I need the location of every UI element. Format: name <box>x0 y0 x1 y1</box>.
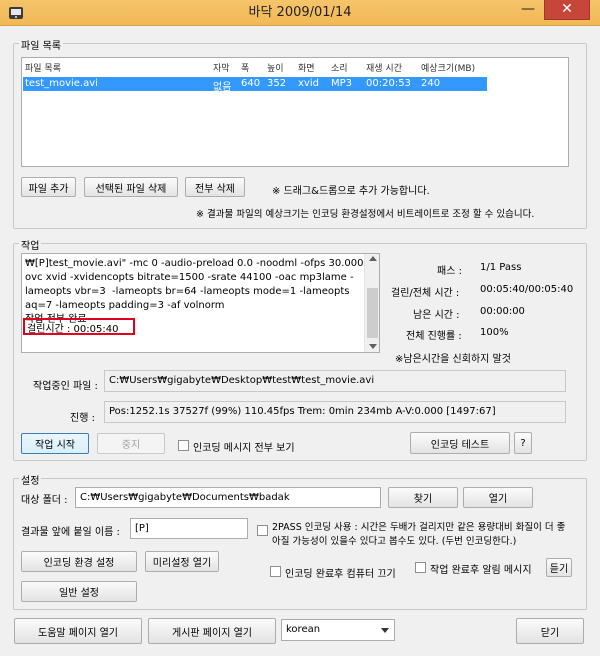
current-file-label: 작업중인 파일 : <box>33 381 98 392</box>
list-header-width[interactable]: 폭 <box>241 61 249 74</box>
show-all-messages-checkbox[interactable] <box>178 440 189 451</box>
listen-button[interactable]: 듣기 <box>546 558 572 577</box>
general-settings-button[interactable]: 일반 설정 <box>21 581 137 602</box>
drag-drop-hint: ※ 드래그&드롭으로 추가 가능합니다. <box>272 186 430 197</box>
scroll-down-arrow-icon[interactable] <box>369 344 377 349</box>
row-video: xvid <box>298 78 319 89</box>
language-value: korean <box>286 624 321 635</box>
remaining-label: 남은 시간 : <box>413 310 460 321</box>
shutdown-checkbox[interactable] <box>270 566 281 577</box>
open-folder-button[interactable]: 열기 <box>463 487 533 508</box>
close-window-button[interactable]: ✕ <box>544 0 590 20</box>
encoding-log[interactable]: ₩[P]test_movie.avi" -mc 0 -audio-preload… <box>21 253 380 353</box>
delete-selected-button[interactable]: 선택된 파일 삭제 <box>84 177 178 197</box>
alert-label[interactable]: 작업 완료후 알림 메시지 <box>430 561 532 576</box>
progress-label: 전체 진행률 : <box>406 331 462 342</box>
stop-button[interactable]: 중지 <box>97 433 165 454</box>
log-scroll-thumb[interactable] <box>367 288 378 338</box>
file-list-view[interactable] <box>21 57 569 167</box>
progress-line-field[interactable]: Pos:1252.1s 37527f (99%) 110.45fps Trem:… <box>104 401 566 423</box>
row-size: 240 <box>421 78 441 89</box>
row-audio: MP3 <box>331 78 353 89</box>
current-file-field[interactable]: C:₩Users₩gigabyte₩Desktop₩test₩test_movi… <box>104 370 566 392</box>
prefix-input[interactable]: [P] <box>130 518 248 539</box>
target-folder-input[interactable]: C:₩Users₩gigabyte₩Documents₩badak <box>75 487 381 508</box>
board-page-button[interactable]: 게시판 페이지 열기 <box>148 618 276 644</box>
elapsed-total-value: 00:05:40/00:05:40 <box>480 284 574 295</box>
size-hint: ※ 결과물 파일의 예상크기는 인코딩 환경설정에서 비트레이트로 조정 할 수… <box>196 209 535 220</box>
row-width: 640 <box>241 78 261 89</box>
target-folder-label: 대상 폴더 : <box>21 495 68 506</box>
encoding-env-button[interactable]: 인코딩 환경 설정 <box>21 551 137 572</box>
log-elapsed-line: 걸린시간 : 00:05:40 <box>27 324 119 335</box>
remaining-value: 00:00:00 <box>480 306 525 317</box>
progress-value: 100% <box>480 327 509 338</box>
list-header-height[interactable]: 높이 <box>267 61 284 74</box>
scroll-up-arrow-icon[interactable] <box>369 256 377 261</box>
pass-value: 1/1 Pass <box>480 262 522 273</box>
show-all-messages-label[interactable]: 인코딩 메시지 전부 보기 <box>193 439 295 454</box>
chevron-down-icon <box>381 628 389 633</box>
list-header-subtitle[interactable]: 자막 <box>213 61 230 74</box>
alert-checkbox[interactable] <box>415 562 426 573</box>
preset-open-button[interactable]: 미리설정 열기 <box>145 551 219 572</box>
row-subtitle: 없음 <box>213 82 232 93</box>
remaining-note: ※남은시간을 신회하지 말것 <box>395 354 511 365</box>
log-text: ₩[P]test_movie.avi" -mc 0 -audio-preload… <box>25 258 370 325</box>
prefix-label: 결과물 앞에 붙일 이름 : <box>21 527 120 538</box>
list-header-size[interactable]: 예상크기(MB) <box>421 61 475 74</box>
list-header-filename[interactable]: 파일 목록 <box>25 61 61 74</box>
settings-group-label: 설정 <box>19 472 42 487</box>
window-title: 바닥 2009/01/14 <box>248 5 352 20</box>
pass-label: 패스 : <box>437 266 462 277</box>
find-folder-button[interactable]: 찾기 <box>388 487 458 508</box>
log-scrollbar[interactable] <box>364 254 379 352</box>
row-duration: 00:20:53 <box>366 78 411 89</box>
two-pass-label[interactable]: 2PASS 인코딩 사용 : 시간은 두배가 걸리지만 같은 용량대비 화질이 … <box>272 521 572 549</box>
row-filename: test_movie.avi <box>25 78 98 89</box>
encoding-test-button[interactable]: 인코딩 테스트 <box>410 432 510 454</box>
file-list-group-label: 파일 목록 <box>19 37 63 52</box>
start-job-button[interactable]: 작업 시작 <box>21 433 89 454</box>
elapsed-total-label: 걸린/전체 시간 : <box>391 288 460 299</box>
delete-all-button[interactable]: 전부 삭제 <box>185 177 245 197</box>
add-file-button[interactable]: 파일 추가 <box>21 177 76 197</box>
help-button[interactable]: ? <box>514 432 532 454</box>
minimize-button[interactable]: — <box>514 0 542 20</box>
close-button[interactable]: 닫기 <box>516 618 584 644</box>
two-pass-checkbox[interactable] <box>257 525 268 536</box>
list-header-audio[interactable]: 소리 <box>331 61 348 74</box>
language-select[interactable]: korean <box>281 619 395 641</box>
row-height: 352 <box>267 78 287 89</box>
job-group-label: 작업 <box>19 237 42 252</box>
list-header-duration[interactable]: 재생 시간 <box>366 61 402 74</box>
list-header-video[interactable]: 화면 <box>298 61 315 74</box>
help-page-button[interactable]: 도움말 페이지 열기 <box>14 618 142 644</box>
progress-line-label: 진행 : <box>70 413 95 424</box>
shutdown-label[interactable]: 인코딩 완료후 컴퓨터 끄기 <box>285 565 396 580</box>
